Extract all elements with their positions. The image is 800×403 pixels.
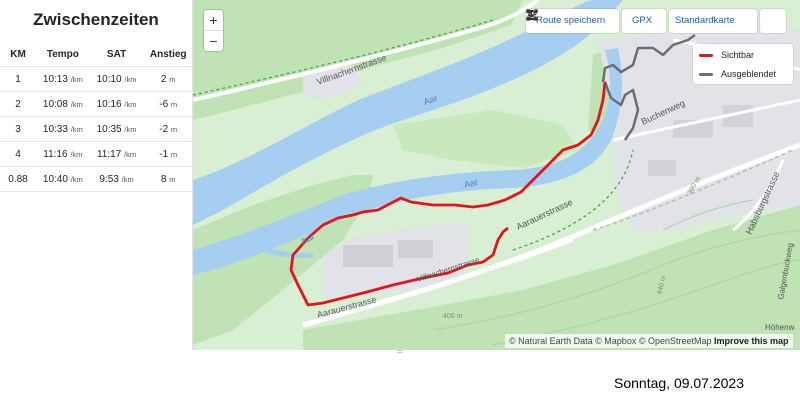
table-row: 4 11:16 /km 11:17 /km -1 m — [0, 141, 193, 167]
legend-item-visible[interactable]: Sichtbar — [693, 47, 793, 63]
km-cell: 1 — [0, 66, 36, 92]
sat-value: 9:53 — [99, 173, 119, 185]
pace-value: 10:13 — [42, 73, 68, 85]
attribution-text[interactable]: © Natural Earth Data © Mapbox © OpenStre… — [509, 336, 712, 346]
save-route-button[interactable]: Route speichern — [526, 9, 619, 33]
pace-cell: 10:08 /km — [36, 91, 90, 117]
column-header-anstieg: Anstieg — [143, 42, 193, 67]
gpx-download-button[interactable]: GPX — [527, 9, 666, 33]
legend-swatch-visible — [699, 53, 713, 57]
label-contour-400: 400 m — [443, 313, 463, 320]
elevation-unit: m — [169, 74, 176, 84]
building — [398, 240, 433, 258]
pace-unit: /km — [70, 124, 83, 134]
elevation-cell: 2 m — [143, 66, 193, 92]
column-header-tempo: Tempo — [36, 42, 90, 67]
zoom-in-button[interactable]: + — [204, 10, 223, 30]
building — [343, 245, 393, 267]
pace-value: 10:33 — [42, 123, 68, 135]
sat-unit: /km — [124, 149, 137, 159]
splits-table: KM Tempo SAT Anstieg 1 10:13 /km 10:10 /… — [0, 42, 193, 192]
sat-value: 11:17 — [96, 148, 122, 160]
elevation-value: 2 — [160, 73, 167, 85]
elevation-unit: m — [170, 99, 178, 109]
building — [648, 160, 676, 176]
table-row: 1 10:13 /km 10:10 /km 2 m — [0, 66, 193, 92]
pace-value: 11:16 — [43, 148, 68, 160]
elevation-cell: -6 m — [143, 91, 193, 117]
sat-cell: 10:16 /km — [89, 91, 144, 117]
sat-cell: 10:10 /km — [89, 66, 144, 92]
pace-unit: /km — [70, 149, 83, 159]
save-route-label: Route speichern — [536, 15, 606, 26]
table-row: 0.88 10:40 /km 9:53 /km 8 m — [0, 166, 193, 192]
km-cell: 4 — [0, 141, 36, 167]
gpx-label: GPX — [632, 15, 653, 26]
elevation-value: -6 — [159, 98, 169, 110]
elevation-value: -1 — [159, 148, 169, 160]
sat-cell: 9:53 /km — [89, 166, 144, 192]
elevation-unit: m — [169, 174, 176, 184]
resize-handle[interactable]: ═ — [395, 348, 405, 356]
splits-title: Zwischenzeiten — [33, 10, 159, 29]
legend-item-hidden[interactable]: Ausgeblendet — [693, 66, 793, 82]
pace-unit: /km — [70, 174, 83, 184]
zoom-control: + − — [204, 10, 223, 51]
sat-unit: /km — [121, 174, 134, 184]
sat-value: 10:35 — [96, 123, 122, 135]
km-cell: 3 — [0, 116, 36, 142]
splits-header-row: KM Tempo SAT Anstieg — [0, 42, 193, 67]
pace-cell: 10:33 /km — [36, 116, 90, 142]
km-cell: 0.88 — [0, 166, 36, 192]
sat-unit: /km — [124, 74, 137, 84]
sat-cell: 11:17 /km — [89, 141, 144, 167]
elevation-cell: -1 m — [143, 141, 193, 167]
elevation-cell: 8 m — [143, 166, 193, 192]
sat-value: 10:16 — [96, 98, 122, 110]
map-style-label: Standardkarte — [675, 15, 735, 26]
route-map[interactable]: Villnachernstrasse Aar Aar Aar Aarauerst… — [193, 0, 800, 350]
pace-unit: /km — [70, 74, 83, 84]
sat-value: 10:10 — [96, 73, 122, 85]
legend-swatch-hidden — [699, 72, 713, 76]
elevation-unit: m — [170, 149, 178, 159]
zoom-out-button[interactable]: − — [204, 30, 223, 51]
table-row: 2 10:08 /km 10:16 /km -6 m — [0, 91, 193, 117]
elevation-value: -2 — [159, 123, 169, 135]
sat-unit: /km — [124, 99, 137, 109]
improve-map-link[interactable]: Improve this map — [714, 336, 789, 346]
legend-label-hidden: Ausgeblendet — [721, 69, 777, 79]
sat-unit: /km — [124, 124, 137, 134]
km-cell: 2 — [0, 91, 36, 117]
pace-value: 10:40 — [42, 173, 68, 185]
elevation-value: 8 — [160, 173, 167, 185]
map-attribution: © Natural Earth Data © Mapbox © OpenStre… — [505, 334, 793, 348]
column-header-km: KM — [0, 42, 36, 67]
column-header-sat: SAT — [89, 42, 144, 67]
elevation-cell: -2 m — [143, 116, 193, 142]
pace-value: 10:08 — [42, 98, 68, 110]
splits-panel: Zwischenzeiten KM Tempo SAT Anstieg 1 10… — [0, 0, 193, 350]
fullscreen-button[interactable] — [526, 9, 786, 33]
table-row: 3 10:33 /km 10:35 /km -2 m — [0, 116, 193, 142]
pace-unit: /km — [70, 99, 83, 109]
elevation-unit: m — [170, 124, 178, 134]
pace-cell: 10:40 /km — [36, 166, 90, 192]
legend-label-visible: Sichtbar — [721, 50, 755, 60]
pace-cell: 11:16 /km — [36, 141, 90, 167]
activity-view: Zwischenzeiten KM Tempo SAT Anstieg 1 10… — [0, 0, 800, 356]
map-toolbar: Route speichern GPX Standardkarte — [526, 9, 786, 33]
sat-cell: 10:35 /km — [89, 116, 144, 142]
map-legend: Sichtbar Ausgeblendet — [693, 44, 793, 84]
map-style-select[interactable]: Standardkarte — [526, 9, 757, 33]
pace-cell: 10:13 /km — [36, 66, 90, 92]
label-hoehenweg: Höhenw — [765, 323, 795, 332]
activity-date: Sonntag, 09.07.2023 — [614, 375, 745, 391]
